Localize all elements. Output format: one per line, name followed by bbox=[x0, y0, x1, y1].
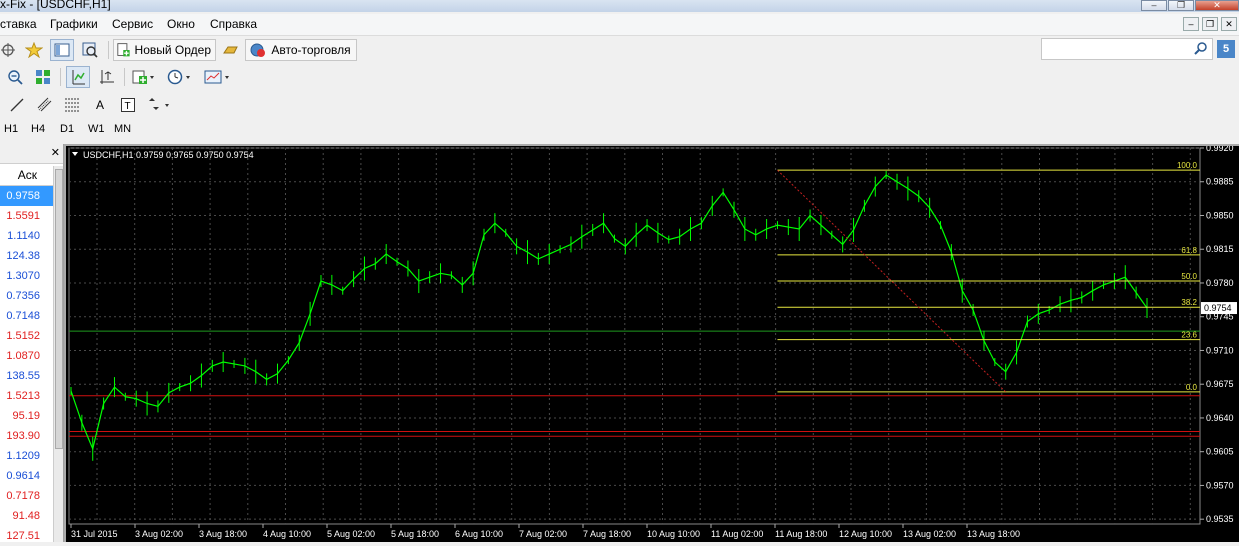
x-tick-label: 5 Aug 02:00 bbox=[327, 529, 375, 539]
menu-bar: ставка Графики Сервис Окно Справка bbox=[0, 14, 1239, 36]
x-tick-label: 10 Aug 10:00 bbox=[647, 529, 700, 539]
y-tick-label: 0.9640 bbox=[1206, 413, 1234, 423]
x-tick-label: 13 Aug 02:00 bbox=[903, 529, 956, 539]
chart-info-label: USDCHF,H1 0.9759 0.9765 0.9750 0.9754 bbox=[83, 150, 254, 160]
x-tick-label: 7 Aug 18:00 bbox=[583, 529, 631, 539]
equidistant-channel-icon[interactable] bbox=[34, 94, 56, 116]
mdi-close-button[interactable]: ✕ bbox=[1221, 17, 1237, 31]
menu-insert[interactable]: ставка bbox=[0, 17, 37, 31]
menu-charts[interactable]: Графики bbox=[50, 17, 98, 31]
periods-clock-icon[interactable] bbox=[165, 66, 195, 88]
timeframe-mn[interactable]: MN bbox=[114, 123, 131, 135]
x-tick-label: 6 Aug 10:00 bbox=[455, 529, 503, 539]
crosshair-move-icon[interactable] bbox=[0, 39, 16, 61]
current-price-label: 0.9754 bbox=[1204, 303, 1232, 313]
zoom-out-icon[interactable] bbox=[4, 66, 26, 88]
fibonacci-level-label: 38.2 bbox=[1181, 298, 1197, 307]
auto-trading-label: Авто-торговля bbox=[271, 43, 351, 57]
timeframe-d1[interactable]: D1 bbox=[60, 123, 74, 135]
mdi-restore-button[interactable]: ❐ bbox=[1202, 17, 1218, 31]
x-tick-label: 12 Aug 10:00 bbox=[839, 529, 892, 539]
notifications-badge[interactable]: 5 bbox=[1217, 40, 1235, 58]
close-icon[interactable]: ✕ bbox=[51, 146, 60, 159]
svg-text:T: T bbox=[125, 101, 131, 112]
x-tick-label: 11 Aug 02:00 bbox=[711, 529, 763, 539]
y-tick-label: 0.9535 bbox=[1206, 514, 1234, 524]
minimize-button[interactable]: – bbox=[1141, 0, 1167, 11]
x-tick-label: 7 Aug 02:00 bbox=[519, 529, 567, 539]
price-line bbox=[70, 174, 1148, 451]
y-tick-label: 0.9570 bbox=[1206, 480, 1234, 490]
auto-trading-button[interactable]: Авто-торговля bbox=[245, 39, 357, 61]
y-tick-label: 0.9920 bbox=[1206, 146, 1234, 153]
chart-shift-icon[interactable] bbox=[66, 66, 90, 88]
favorites-star-icon[interactable] bbox=[22, 39, 46, 61]
market-watch-scrollbar[interactable] bbox=[53, 166, 63, 542]
new-order-label: Новый Ордер bbox=[134, 43, 211, 57]
trendline-tool-icon[interactable] bbox=[6, 94, 28, 116]
fibonacci-tool-icon[interactable] bbox=[61, 94, 83, 116]
new-order-icon bbox=[117, 43, 130, 57]
chart-menu-triangle-icon bbox=[72, 152, 78, 156]
x-tick-label: 3 Aug 18:00 bbox=[199, 529, 247, 539]
price-chart[interactable]: 0.99200.98850.98500.98150.97800.97450.97… bbox=[66, 143, 1239, 542]
menu-window[interactable]: Окно bbox=[167, 17, 195, 31]
x-tick-label: 5 Aug 18:00 bbox=[391, 529, 439, 539]
menu-help[interactable]: Справка bbox=[210, 17, 257, 31]
timeframe-w1[interactable]: W1 bbox=[88, 123, 105, 135]
y-tick-label: 0.9675 bbox=[1206, 379, 1234, 389]
text-tool-icon[interactable]: A bbox=[89, 94, 111, 116]
y-tick-label: 0.9780 bbox=[1206, 278, 1234, 288]
new-order-button[interactable]: Новый Ордер bbox=[113, 39, 216, 61]
fibonacci-level-label: 61.8 bbox=[1181, 246, 1197, 255]
y-tick-label: 0.9885 bbox=[1206, 177, 1234, 187]
timeframe-toolbar: H1 H4 D1 W1 MN bbox=[0, 120, 140, 142]
restore-button[interactable]: ❐ bbox=[1168, 0, 1194, 11]
x-tick-label: 3 Aug 02:00 bbox=[135, 529, 183, 539]
y-tick-label: 0.9850 bbox=[1206, 210, 1234, 220]
x-tick-label: 4 Aug 10:00 bbox=[263, 529, 311, 539]
chart-window[interactable]: 0.9920 0.9885 0.9850 0.9815 0.9780 0.9745 0.97… bbox=[66, 143, 1239, 542]
market-watch-panel: ✕ Аск 0.9758 1.5591 1.1140 124.38 1.3070 0.73… bbox=[0, 144, 64, 542]
tile-windows-icon[interactable] bbox=[32, 66, 54, 88]
window-controls: – ❐ ✕ bbox=[1140, 0, 1239, 12]
terminal-icon[interactable] bbox=[78, 39, 102, 61]
x-tick-label: 13 Aug 18:00 bbox=[967, 529, 1020, 539]
market-watch-header: ✕ bbox=[0, 144, 63, 164]
fibonacci-level-label: 23.6 bbox=[1181, 331, 1197, 340]
arrows-dropdown-icon[interactable] bbox=[145, 94, 175, 116]
charts-toolbar bbox=[0, 64, 240, 90]
close-button[interactable]: ✕ bbox=[1195, 0, 1239, 11]
x-tick-label: 11 Aug 18:00 bbox=[775, 529, 827, 539]
line-studies-toolbar: A T bbox=[0, 92, 180, 118]
fibonacci-level-label: 0.0 bbox=[1186, 383, 1198, 392]
y-tick-label: 0.9710 bbox=[1206, 345, 1234, 355]
indicators-dropdown-icon[interactable] bbox=[130, 66, 158, 88]
text-label-tool-icon[interactable]: T bbox=[117, 94, 139, 116]
fibonacci-level-label: 50.0 bbox=[1181, 272, 1197, 281]
mdi-minimize-button[interactable]: – bbox=[1183, 17, 1199, 31]
search-input[interactable] bbox=[1041, 38, 1213, 60]
title-bar: x-Fix - [USDCHF,H1] – ❐ ✕ bbox=[0, 0, 1239, 12]
scrollbar-thumb[interactable] bbox=[55, 169, 63, 449]
y-tick-label: 0.9605 bbox=[1206, 447, 1234, 457]
x-tick-label: 31 Jul 2015 bbox=[71, 529, 118, 539]
mdi-controls: – ❐ ✕ bbox=[1180, 17, 1237, 31]
navigator-icon[interactable] bbox=[50, 39, 74, 61]
menu-tools[interactable]: Сервис bbox=[112, 17, 153, 31]
search-icon[interactable] bbox=[1194, 41, 1208, 55]
y-tick-label: 0.9815 bbox=[1206, 244, 1234, 254]
fibonacci-level-label: 100.0 bbox=[1177, 161, 1198, 170]
expert-advisor-icon bbox=[250, 43, 266, 57]
gold-bar-icon[interactable] bbox=[219, 39, 241, 61]
timeframe-h4[interactable]: H4 bbox=[31, 123, 45, 135]
timeframe-h1[interactable]: H1 bbox=[4, 123, 18, 135]
templates-icon[interactable] bbox=[202, 66, 234, 88]
plot-frame bbox=[68, 147, 1201, 525]
auto-scroll-icon[interactable] bbox=[96, 66, 118, 88]
window-title: x-Fix - [USDCHF,H1] bbox=[0, 0, 111, 11]
